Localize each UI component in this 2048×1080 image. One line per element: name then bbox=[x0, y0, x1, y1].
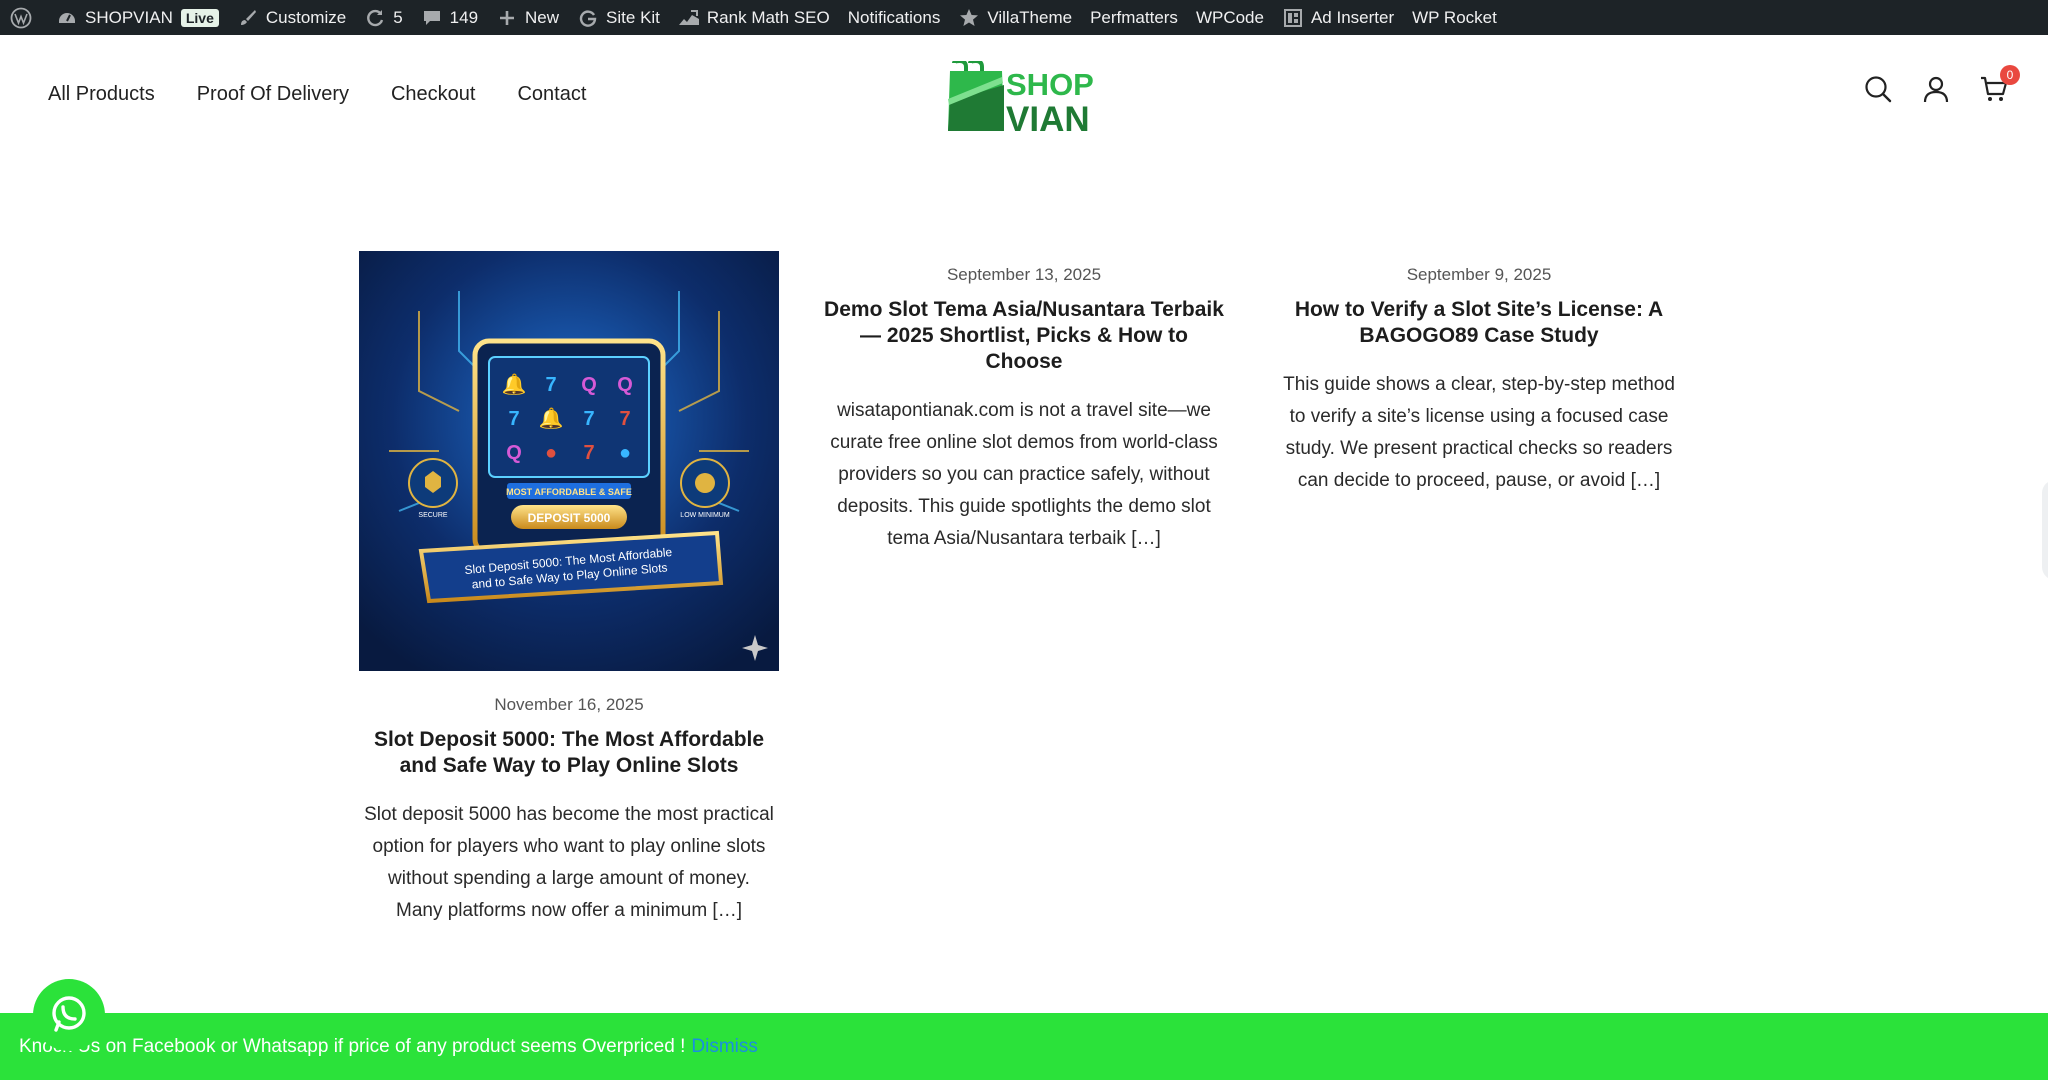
perfmatters-menu[interactable]: Perfmatters bbox=[1081, 0, 1187, 35]
header-actions: 0 bbox=[1864, 65, 2020, 103]
post-title[interactable]: How to Verify a Slot Site’s License: A B… bbox=[1269, 297, 1689, 349]
cart-icon[interactable]: 0 bbox=[1980, 65, 2020, 103]
updates-icon bbox=[364, 7, 386, 29]
thumb-right-badge: LOW MINIMUM bbox=[680, 512, 730, 519]
svg-text:🔔: 🔔 bbox=[539, 407, 564, 430]
customize-label: Customize bbox=[265, 7, 347, 27]
posts-grid: 🔔 7 Q Q 7 🔔 7 7 Q ● 7 ● MOST AFFORDABLE & SAFE DE… bbox=[359, 251, 1689, 971]
svg-text:Q: Q bbox=[617, 374, 633, 396]
nav-item-checkout[interactable]: Checkout bbox=[391, 83, 476, 106]
wp-rocket-label: WP Rocket bbox=[1412, 7, 1497, 27]
svg-text:7: 7 bbox=[583, 442, 594, 464]
dismiss-link[interactable]: Dismiss bbox=[691, 1036, 758, 1058]
svg-text:●: ● bbox=[545, 442, 557, 464]
ad-inserter-label: Ad Inserter bbox=[1310, 7, 1395, 27]
nav-item-proof-of-delivery[interactable]: Proof Of Delivery bbox=[197, 83, 349, 106]
post-title[interactable]: Demo Slot Tema Asia/Nusantara Terbaik — … bbox=[814, 297, 1234, 375]
thumb-left-badge: SECURE bbox=[418, 512, 448, 519]
post-excerpt: wisatapontianak.com is not a travel site… bbox=[830, 400, 1218, 549]
logo-text-shop: SHOP bbox=[1006, 67, 1094, 102]
wpcode-menu[interactable]: WPCode bbox=[1187, 0, 1273, 35]
post-date: September 9, 2025 bbox=[1406, 265, 1552, 284]
site-header: All Products Proof Of Delivery Checkout … bbox=[0, 35, 2048, 155]
thumb-badge: MOST AFFORDABLE & SAFE bbox=[506, 487, 632, 497]
notifications-menu[interactable]: Notifications bbox=[839, 0, 950, 35]
rank-math-menu[interactable]: Rank Math SEO bbox=[669, 0, 839, 35]
whatsapp-button[interactable] bbox=[33, 979, 105, 1051]
comments-count: 149 bbox=[449, 7, 479, 27]
primary-nav: All Products Proof Of Delivery Checkout … bbox=[48, 83, 586, 106]
villatheme-label: VillaTheme bbox=[987, 7, 1073, 27]
site-name: SHOPVIAN bbox=[85, 7, 173, 27]
post-title[interactable]: Slot Deposit 5000: The Most Affordable a… bbox=[359, 727, 779, 779]
wp-rocket-menu[interactable]: WP Rocket bbox=[1403, 0, 1506, 35]
post-card: September 9, 2025 How to Verify a Slot S… bbox=[1269, 251, 1689, 497]
notice-text: Knock Us on Facebook or Whatsapp if pric… bbox=[19, 1035, 686, 1057]
perfmatters-label: Perfmatters bbox=[1090, 7, 1178, 27]
user-icon[interactable] bbox=[1922, 75, 1950, 103]
villatheme-menu[interactable]: VillaTheme bbox=[949, 0, 1081, 35]
svg-text:🔔: 🔔 bbox=[502, 373, 527, 396]
post-date: November 16, 2025 bbox=[494, 695, 644, 714]
wordpress-logo-menu[interactable] bbox=[8, 0, 47, 35]
wpcode-label: WPCode bbox=[1195, 7, 1264, 27]
live-badge: Live bbox=[180, 8, 219, 27]
updates-link[interactable]: 5 bbox=[355, 0, 411, 35]
google-g-icon bbox=[577, 7, 599, 29]
svg-text:Q: Q bbox=[581, 374, 597, 396]
brush-icon bbox=[237, 7, 259, 29]
wordpress-icon bbox=[10, 7, 32, 29]
admin-bar: SHOPVIAN Live Customize 5 149 New Site K… bbox=[0, 0, 2048, 35]
star-icon bbox=[958, 7, 980, 29]
cart-count-badge: 0 bbox=[2000, 65, 2020, 85]
svg-text:7: 7 bbox=[545, 374, 556, 396]
post-excerpt: This guide shows a clear, step-by-step m… bbox=[1283, 374, 1675, 491]
plus-icon bbox=[496, 7, 518, 29]
svg-text:7: 7 bbox=[583, 408, 594, 430]
svg-text:7: 7 bbox=[508, 408, 519, 430]
ad-inserter-menu[interactable]: Ad Inserter bbox=[1273, 0, 1403, 35]
post-card: 🔔 7 Q Q 7 🔔 7 7 Q ● 7 ● MOST AFFORDABLE & SAFE DE… bbox=[359, 251, 779, 927]
new-label: New bbox=[525, 7, 560, 27]
updates-count: 5 bbox=[393, 7, 403, 27]
site-kit-menu[interactable]: Site Kit bbox=[568, 0, 669, 35]
post-thumbnail[interactable]: 🔔 7 Q Q 7 🔔 7 7 Q ● 7 ● MOST AFFORDABLE & SAFE DE… bbox=[359, 251, 779, 671]
post-card: September 13, 2025 Demo Slot Tema Asia/N… bbox=[814, 251, 1234, 555]
search-icon[interactable] bbox=[1864, 75, 1892, 103]
post-date: September 13, 2025 bbox=[946, 265, 1102, 284]
svg-text:Q: Q bbox=[506, 442, 522, 464]
rank-math-label: Rank Math SEO bbox=[706, 7, 830, 27]
thumb-button: DEPOSIT 5000 bbox=[528, 511, 611, 525]
ad-inserter-icon bbox=[1282, 7, 1304, 29]
notifications-label: Notifications bbox=[847, 7, 941, 27]
customize-link[interactable]: Customize bbox=[228, 0, 355, 35]
svg-text:●: ● bbox=[619, 442, 631, 464]
nav-item-contact[interactable]: Contact bbox=[517, 83, 586, 106]
rank-math-icon bbox=[678, 7, 700, 29]
comments-link[interactable]: 149 bbox=[412, 0, 487, 35]
dashboard-icon bbox=[56, 7, 78, 29]
scroll-to-top-tab[interactable] bbox=[2042, 480, 2048, 580]
svg-text:7: 7 bbox=[619, 408, 630, 430]
whatsapp-icon bbox=[48, 992, 90, 1039]
site-logo[interactable]: SHOP VIAN bbox=[946, 58, 1102, 139]
new-content-menu[interactable]: New bbox=[487, 0, 568, 35]
store-notice: Knock Us on Facebook or Whatsapp if pric… bbox=[0, 1013, 2048, 1080]
site-kit-label: Site Kit bbox=[606, 7, 660, 27]
comment-icon bbox=[421, 7, 443, 29]
nav-item-all-products[interactable]: All Products bbox=[48, 83, 155, 106]
post-excerpt: Slot deposit 5000 has become the most pr… bbox=[364, 804, 774, 921]
logo-text-vian: VIAN bbox=[1006, 100, 1090, 133]
site-name-menu[interactable]: SHOPVIAN Live bbox=[47, 0, 228, 35]
